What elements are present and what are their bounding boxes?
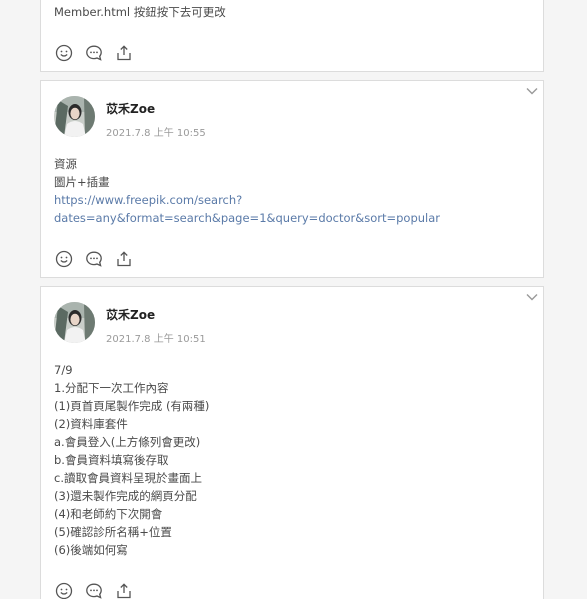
post-text-line: 1.分配下一次工作內容 <box>54 381 169 395</box>
share-icon[interactable] <box>115 250 133 268</box>
post-text-line: (5)確認診所名稱+位置 <box>54 525 172 539</box>
post-author[interactable]: 苡禾Zoe <box>106 100 155 117</box>
chevron-down-icon[interactable] <box>525 85 539 97</box>
avatar[interactable] <box>54 302 95 343</box>
post-timestamp: 2021.7.8 上午 10:55 <box>106 128 206 139</box>
smiley-icon[interactable] <box>55 44 73 62</box>
post-body: 資源 圖片+插畫 https://www.freepik.com/search?… <box>54 155 440 227</box>
post-card: 苡禾Zoe 2021.7.8 上午 10:55 資源 圖片+插畫 https:/… <box>40 80 544 278</box>
smiley-icon[interactable] <box>55 582 73 599</box>
post-body: 7/9 1.分配下一次工作內容 (1)頁首頁尾製作完成 (有兩種) (2)資料庫… <box>54 361 209 559</box>
resource-link[interactable]: https://www.freepik.com/search? <box>54 191 440 209</box>
post-text-line: 資源 <box>54 157 77 171</box>
post-text-line: b.會員資料填寫後存取 <box>54 453 169 467</box>
comment-icon[interactable] <box>85 250 103 268</box>
comment-icon[interactable] <box>85 582 103 599</box>
chevron-down-icon[interactable] <box>525 291 539 303</box>
post-text-line: 圖片+插畫 <box>54 175 110 189</box>
resource-link[interactable]: dates=any&format=search&page=1&query=doc… <box>54 209 440 227</box>
share-icon[interactable] <box>115 44 133 62</box>
smiley-icon[interactable] <box>55 250 73 268</box>
post-card: 苡禾Zoe 2021.7.8 上午 10:51 7/9 1.分配下一次工作內容 … <box>40 286 544 599</box>
post-feed: Member.html 按鈕按下去可更改 苡禾Zoe 2021.7.8 上午 1… <box>0 0 587 599</box>
post-text-line: (4)和老師約下次開會 <box>54 507 163 521</box>
post-text-line: (1)頁首頁尾製作完成 (有兩種) <box>54 399 210 413</box>
post-text-line: (6)後端如何寫 <box>54 543 128 557</box>
post-text-line: a.會員登入(上方條列會更改) <box>54 435 201 449</box>
post-card: Member.html 按鈕按下去可更改 <box>40 0 544 72</box>
post-actions <box>55 250 133 270</box>
post-text-line: 7/9 <box>54 363 73 377</box>
post-timestamp: 2021.7.8 上午 10:51 <box>106 334 206 345</box>
post-actions <box>55 44 133 64</box>
avatar[interactable] <box>54 96 95 137</box>
comment-icon[interactable] <box>85 44 103 62</box>
share-icon[interactable] <box>115 582 133 599</box>
post-text-line: (2)資料庫套件 <box>54 417 128 431</box>
post-text-line: c.讀取會員資料呈現於畫面上 <box>54 471 202 485</box>
post-text-line: Member.html 按鈕按下去可更改 <box>54 5 226 19</box>
post-text-line: (3)還未製作完成的網頁分配 <box>54 489 197 503</box>
post-author[interactable]: 苡禾Zoe <box>106 306 155 323</box>
post-actions <box>55 582 133 599</box>
post-body: Member.html 按鈕按下去可更改 <box>54 3 226 21</box>
